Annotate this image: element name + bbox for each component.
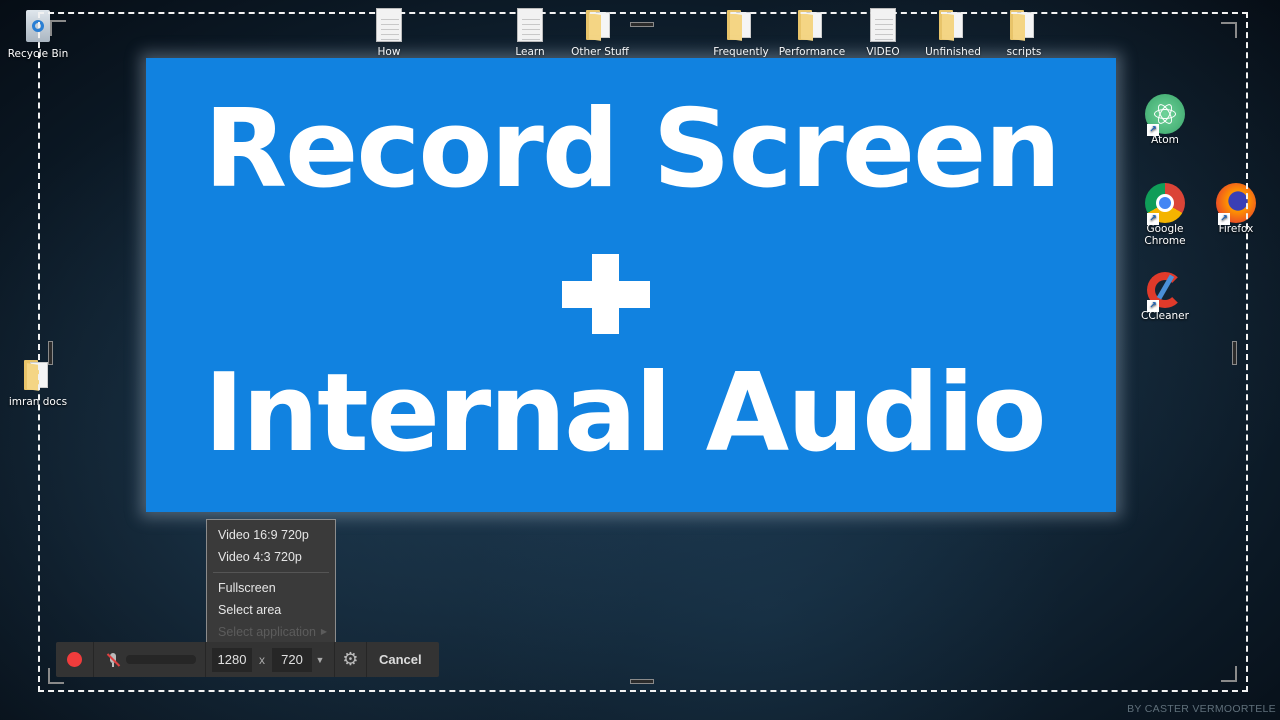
desktop-icon-label: Unfinished (925, 46, 981, 58)
desktop-icon-label: scripts (1006, 46, 1042, 58)
menu-item-fullscreen[interactable]: Fullscreen (207, 577, 335, 599)
menu-item-select-application: Select application ▶ (207, 621, 335, 643)
capture-size-controls: x ▼ (206, 642, 335, 677)
height-input[interactable] (272, 647, 312, 672)
desktop-icon-imran-docs[interactable]: imran docs (0, 358, 76, 408)
desktop-icon-label: Google Chrome (1144, 223, 1186, 247)
menu-item-video-4-3[interactable]: Video 4:3 720p (207, 546, 335, 568)
shortcut-arrow-icon: ↗ (1147, 124, 1159, 136)
desktop-icon-ccleaner[interactable]: ↗ CCleaner (1127, 270, 1203, 322)
desktop-icon-label: Learn (515, 46, 545, 58)
desktop-icon-label: Firefox (1218, 223, 1254, 235)
menu-separator (213, 572, 329, 573)
desktop-icon-label: Atom (1151, 134, 1179, 146)
desktop-icon-unfinished[interactable]: Unfinished (915, 8, 991, 58)
menu-item-select-area[interactable]: Select area (207, 599, 335, 621)
desktop-icon-firefox[interactable]: ↗ Firefox (1198, 183, 1274, 235)
resize-corner-top-right[interactable] (1221, 22, 1237, 38)
document-icon (376, 8, 402, 42)
desktop-icon-google-chrome[interactable]: ↗ Google Chrome (1127, 183, 1203, 247)
audio-level-slider[interactable] (126, 655, 196, 664)
caret-down-icon[interactable]: ▼ (312, 655, 328, 665)
folder-icon (798, 8, 826, 41)
resize-corner-top-left[interactable] (50, 20, 66, 36)
desktop-icon-label: Other Stuff (571, 46, 629, 58)
shortcut-arrow-icon: ↗ (1218, 213, 1230, 225)
settings-button[interactable]: ⚙ (335, 642, 367, 677)
desktop-icon-label: Performance (778, 46, 846, 58)
mic-muted-icon[interactable] (106, 652, 121, 668)
desktop-icon-label: VIDEO (866, 46, 900, 58)
gear-icon: ⚙ (342, 649, 359, 669)
desktop-icon-label: How (377, 46, 401, 58)
plus-icon (562, 254, 650, 334)
desktop-icon-how[interactable]: How (351, 8, 427, 58)
banner-title-line2: Internal Audio (204, 351, 1047, 476)
desktop-icon-other-stuff[interactable]: Other Stuff (562, 8, 638, 58)
shortcut-arrow-icon: ↗ (1147, 213, 1159, 225)
desktop-icon-learn[interactable]: Learn (492, 8, 568, 58)
times-label: x (259, 652, 265, 667)
ccleaner-icon: ↗ (1145, 270, 1185, 312)
desktop-icon-atom[interactable]: ↗ Atom (1127, 94, 1203, 146)
cancel-button[interactable]: Cancel (367, 642, 434, 677)
folder-icon (586, 8, 614, 41)
desktop-icon-video[interactable]: VIDEO (845, 8, 921, 58)
document-icon (517, 8, 543, 42)
desktop-icon-label: Frequently (713, 46, 769, 58)
folder-icon (1010, 8, 1038, 41)
submenu-arrow-icon: ▶ (320, 627, 327, 636)
document-icon (870, 8, 896, 42)
capture-mode-menu: Video 16:9 720p Video 4:3 720p Fullscree… (206, 519, 336, 643)
width-input[interactable] (212, 647, 252, 672)
desktop-icon-label: imran docs (8, 396, 68, 408)
title-banner: Record Screen Internal Audio (146, 58, 1116, 512)
banner-title-line1: Record Screen (204, 87, 1061, 212)
chrome-icon: ↗ (1145, 183, 1185, 225)
menu-item-label: Select application (218, 625, 316, 639)
desktop-icon-performance[interactable]: Performance (774, 8, 850, 58)
atom-icon: ↗ (1145, 94, 1185, 136)
shortcut-arrow-icon: ↗ (1147, 300, 1159, 312)
folder-icon (939, 8, 967, 41)
record-icon (67, 652, 82, 667)
desktop-icon-frequently[interactable]: Frequently (703, 8, 779, 58)
desktop-icon-scripts[interactable]: scripts (986, 8, 1062, 58)
audio-controls (94, 642, 206, 677)
folder-icon (727, 8, 755, 41)
resize-handle-left[interactable] (48, 341, 53, 365)
desktop-icon-label: CCleaner (1141, 310, 1189, 322)
resize-handle-right[interactable] (1232, 341, 1237, 365)
resize-corner-bottom-right[interactable] (1221, 666, 1237, 682)
record-button[interactable] (56, 642, 94, 677)
desktop-icon-label: Recycle Bin (7, 48, 69, 60)
resize-handle-bottom[interactable] (630, 679, 654, 684)
watermark: BY CASTER VERMOORTELE (1127, 703, 1276, 715)
resize-handle-top[interactable] (630, 22, 654, 27)
firefox-icon: ↗ (1216, 183, 1256, 225)
menu-item-video-16-9[interactable]: Video 16:9 720p (207, 524, 335, 546)
capture-toolbar: x ▼ ⚙ Cancel (56, 642, 439, 677)
